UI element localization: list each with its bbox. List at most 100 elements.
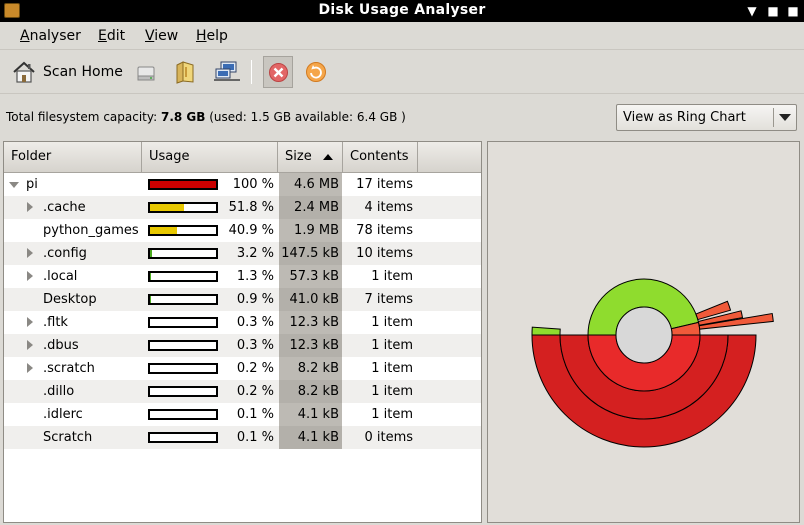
title-bar: Disk Usage Analyser ▼ ■ ■ (0, 0, 804, 22)
minimize-icon[interactable]: ▼ (743, 2, 761, 20)
expander-closed-icon[interactable] (27, 340, 33, 350)
column-header-label: Usage (149, 149, 190, 164)
folder-name: .fltk (43, 315, 68, 330)
folder-name: python_games (43, 223, 139, 238)
table-row[interactable]: .fltk 0.3 % 12.3 kB 1 item (4, 311, 481, 334)
scan-filesystem-button[interactable] (131, 56, 161, 88)
dropdown-separator (773, 108, 774, 127)
usage-percent: 3.2 % (236, 246, 274, 261)
expander-closed-icon[interactable] (27, 363, 33, 373)
usage-bar (148, 225, 218, 236)
scan-remote-button[interactable] (210, 56, 242, 88)
folder-name: .cache (43, 200, 86, 215)
usage-percent: 40.9 % (228, 223, 274, 238)
usage-percent: 0.1 % (236, 430, 274, 445)
usage-percent: 100 % (232, 177, 274, 192)
table-row[interactable]: .local 1.3 % 57.3 kB 1 item (4, 265, 481, 288)
table-row[interactable]: .dbus 0.3 % 12.3 kB 1 item (4, 334, 481, 357)
usage-percent: 0.9 % (236, 292, 274, 307)
folder-name: .idlerc (43, 407, 83, 422)
menu-analyser[interactable]: Analyser (20, 28, 81, 44)
table-row[interactable]: python_games 40.9 % 1.9 MB 78 items (4, 219, 481, 242)
usage-bar (148, 317, 218, 328)
capacity-detail: (used: 1.5 GB available: 6.4 GB ) (205, 110, 406, 124)
scan-folder-button[interactable] (170, 56, 200, 88)
usage-bar-fill (150, 273, 151, 280)
menu-bar: Analyser Edit View Help (0, 22, 804, 50)
usage-percent: 0.2 % (236, 361, 274, 376)
toolbar: Scan Home (0, 50, 804, 94)
usage-bar (148, 179, 218, 190)
ring-center[interactable] (615, 306, 673, 364)
scan-home-label: Scan Home (43, 64, 123, 80)
maximize-icon[interactable]: ■ (764, 2, 782, 20)
usage-bar-fill (150, 296, 151, 303)
folder-icon (176, 61, 194, 84)
table-row[interactable]: pi 100 % 4.6 MB 17 items (4, 173, 481, 196)
folder-size: 12.3 kB (289, 315, 339, 330)
usage-bar (148, 363, 218, 374)
ring-chart-pane (487, 141, 800, 523)
expander-closed-icon[interactable] (27, 202, 33, 212)
menu-label: elp (206, 28, 228, 44)
column-header-label: Contents (350, 149, 409, 164)
network-icon (214, 61, 240, 81)
usage-bar (148, 202, 218, 213)
column-header-size[interactable]: Size (278, 142, 343, 172)
folder-contents: 7 items (364, 292, 413, 307)
table-row[interactable]: .cache 51.8 % 2.4 MB 4 items (4, 196, 481, 219)
chevron-down-icon (779, 114, 791, 121)
drive-icon (137, 66, 155, 81)
capacity-total: 7.8 GB (160, 110, 206, 124)
expander-closed-icon[interactable] (27, 271, 33, 281)
usage-percent: 51.8 % (228, 200, 274, 215)
folder-size: 4.6 MB (294, 177, 339, 192)
folder-contents: 17 items (356, 177, 413, 192)
folder-name: Scratch (43, 430, 93, 445)
ring-segment[interactable] (531, 326, 561, 336)
expander-closed-icon[interactable] (27, 317, 33, 327)
folder-name: .config (43, 246, 87, 261)
folder-name: Desktop (43, 292, 97, 307)
usage-percent: 1.3 % (236, 269, 274, 284)
view-mode-select[interactable]: View as Ring Chart (616, 104, 797, 131)
table-row[interactable]: .scratch 0.2 % 8.2 kB 1 item (4, 357, 481, 380)
expander-closed-icon[interactable] (27, 248, 33, 258)
stop-button[interactable] (263, 56, 293, 88)
usage-percent: 0.2 % (236, 384, 274, 399)
close-icon[interactable]: ■ (784, 2, 802, 20)
expander-open-icon[interactable] (9, 182, 19, 188)
window-title: Disk Usage Analyser (318, 2, 486, 18)
column-header-filler (418, 142, 481, 172)
folder-size: 8.2 kB (297, 384, 339, 399)
table-row[interactable]: .dillo 0.2 % 8.2 kB 1 item (4, 380, 481, 403)
ring-chart[interactable] (488, 142, 799, 522)
folder-size: 2.4 MB (294, 200, 339, 215)
usage-bar (148, 294, 218, 305)
home-icon (13, 61, 35, 83)
column-header-usage[interactable]: Usage (142, 142, 278, 172)
menu-label: dit (106, 28, 126, 44)
menu-help[interactable]: Help (196, 28, 228, 44)
column-header-contents[interactable]: Contents (343, 142, 418, 172)
toolbar-separator (251, 60, 252, 84)
table-row[interactable]: .config 3.2 % 147.5 kB 10 items (4, 242, 481, 265)
table-row[interactable]: .idlerc 0.1 % 4.1 kB 1 item (4, 403, 481, 426)
folder-size: 12.3 kB (289, 338, 339, 353)
folder-contents: 10 items (356, 246, 413, 261)
folder-name: .dillo (43, 384, 75, 399)
folder-name: .dbus (43, 338, 79, 353)
capacity-prefix: Total filesystem capacity: (6, 110, 161, 124)
table-header: Folder Usage Size Contents (4, 142, 481, 173)
menu-edit[interactable]: Edit (98, 28, 125, 44)
folder-name: pi (26, 177, 38, 192)
usage-bar (148, 386, 218, 397)
refresh-button[interactable] (301, 56, 331, 88)
column-header-folder[interactable]: Folder (4, 142, 142, 172)
table-row[interactable]: Desktop 0.9 % 41.0 kB 7 items (4, 288, 481, 311)
table-row[interactable]: Scratch 0.1 % 4.1 kB 0 items (4, 426, 481, 449)
usage-bar-fill (150, 181, 216, 188)
folder-table: Folder Usage Size Contents pi 100 % 4.6 MB… (3, 141, 482, 523)
menu-view[interactable]: View (145, 28, 178, 44)
scan-home-button[interactable]: Scan Home (8, 56, 124, 88)
